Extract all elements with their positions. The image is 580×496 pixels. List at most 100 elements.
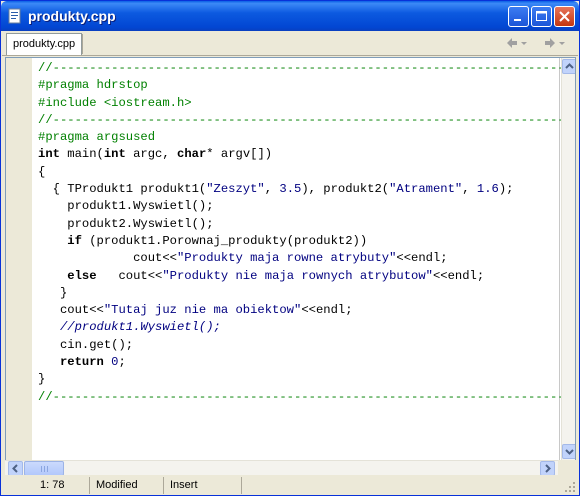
tab-divider <box>82 34 83 54</box>
chevron-down-icon[interactable] <box>558 37 566 49</box>
code-token: "Zeszyt" <box>206 182 265 197</box>
code-token: * argv[]) <box>206 147 273 162</box>
code-token: 1.6 <box>476 182 499 197</box>
chevron-left-icon <box>12 464 18 473</box>
code-line[interactable]: //--------------------------------------… <box>38 389 576 406</box>
code-token: <<endl; <box>301 303 353 318</box>
code-token: //--------------------------------------… <box>38 389 576 404</box>
code-token: <<endl; <box>396 251 448 266</box>
code-token: argc, <box>125 147 177 162</box>
code-line[interactable]: //produkt1.Wyswietl(); <box>38 319 575 336</box>
chevron-down-icon <box>565 449 574 455</box>
code-token: produkt1.Wyswietl(); <box>38 199 214 214</box>
editor-window: produkty.cpp produkty.cpp //------------… <box>0 0 580 496</box>
maximize-icon <box>536 11 547 21</box>
code-token: (produkt1.Porownaj_produkty(produkt2)) <box>81 233 368 248</box>
cursor-position: 1: 78 <box>4 477 90 494</box>
code-token: "Atrament" <box>389 182 463 197</box>
code-token: if <box>67 233 82 248</box>
code-token: , <box>264 182 280 197</box>
code-token: int <box>103 147 126 162</box>
code-line[interactable]: else cout<<"Produkty nie maja rownych at… <box>38 268 575 285</box>
code-line[interactable]: int main(int argc, char* argv[]) <box>38 146 575 163</box>
code-token: <<endl; <box>432 268 485 283</box>
minimize-button[interactable] <box>508 6 529 27</box>
code-token: 0 <box>111 355 119 370</box>
code-line[interactable]: #pragma hdrstop <box>38 77 575 94</box>
modified-indicator: Modified <box>92 477 164 494</box>
cpp-file-icon[interactable] <box>7 8 23 24</box>
scrollbar-corner <box>558 460 576 475</box>
code-line[interactable]: produkt2.Wyswietl(); <box>38 216 575 233</box>
title-bar[interactable]: produkty.cpp <box>1 1 579 31</box>
code-line[interactable]: #include <iostream.h> <box>38 95 575 112</box>
code-token: } <box>38 285 68 300</box>
code-token: produkt2.Wyswietl(); <box>38 216 214 231</box>
tab-strip: produkty.cpp <box>2 31 578 56</box>
status-bar: 1: 78 Modified Insert <box>2 475 578 495</box>
code-line[interactable]: { <box>38 164 575 181</box>
code-token: , <box>462 182 477 197</box>
code-token: } <box>38 372 46 387</box>
close-button[interactable] <box>554 6 575 27</box>
code-text[interactable]: //--------------------------------------… <box>38 60 576 406</box>
resize-grip-icon[interactable] <box>564 481 576 493</box>
insert-mode-indicator[interactable]: Insert <box>166 477 242 494</box>
code-token: cout<< <box>38 251 177 266</box>
code-token: ), produkt2( <box>301 182 390 197</box>
horizontal-scroll-thumb[interactable] <box>24 461 64 476</box>
code-token: "Produkty nie maja rownych atrybutow" <box>162 268 433 283</box>
tab-produkty-cpp[interactable]: produkty.cpp <box>6 33 83 55</box>
code-token: ); <box>498 182 514 197</box>
code-line[interactable]: } <box>38 371 575 388</box>
window-title: produkty.cpp <box>28 8 116 24</box>
code-token: //--------------------------------------… <box>38 61 576 75</box>
editor-gutter[interactable] <box>6 58 32 460</box>
scroll-down-button[interactable] <box>562 444 575 459</box>
code-line[interactable]: cin.get(); <box>38 337 575 354</box>
code-line[interactable]: cout<<"Tutaj juz nie ma obiektow"<<endl; <box>38 302 575 319</box>
code-line[interactable]: { TProdukt1 produkt1("Zeszyt", 3.5), pro… <box>38 181 575 198</box>
arrow-left-icon[interactable] <box>506 37 518 49</box>
code-token: ; <box>118 355 126 370</box>
code-token: char <box>177 147 207 162</box>
code-token: cout<< <box>38 303 104 318</box>
code-token: #include <iostream.h> <box>38 95 192 110</box>
scroll-right-button[interactable] <box>540 461 555 476</box>
status-message <box>244 477 578 494</box>
minimize-icon <box>514 19 521 21</box>
code-token: //--------------------------------------… <box>38 112 576 127</box>
code-line[interactable]: } <box>38 285 575 302</box>
chevron-down-icon[interactable] <box>520 37 528 49</box>
horizontal-scrollbar[interactable] <box>5 460 558 476</box>
code-line[interactable]: produkt1.Wyswietl(); <box>38 198 575 215</box>
code-token: 3.5 <box>279 182 302 197</box>
code-token: cin.get(); <box>38 337 134 352</box>
code-token: //produkt1.Wyswietl(); <box>59 320 221 335</box>
code-line[interactable]: return 0; <box>38 354 575 371</box>
code-editor[interactable]: //--------------------------------------… <box>5 57 576 461</box>
code-token: #pragma hdrstop <box>38 78 148 93</box>
arrow-right-icon[interactable] <box>544 37 556 49</box>
scroll-left-button[interactable] <box>8 461 23 476</box>
code-token: cout<< <box>96 268 163 283</box>
code-token: { TProdukt1 produkt1( <box>38 182 207 197</box>
vertical-scrollbar[interactable] <box>561 58 575 460</box>
code-line[interactable]: //--------------------------------------… <box>38 112 576 129</box>
code-line[interactable]: //--------------------------------------… <box>38 60 576 77</box>
scroll-up-button[interactable] <box>562 59 575 74</box>
maximize-button[interactable] <box>531 6 552 27</box>
chevron-right-icon <box>545 464 551 473</box>
code-token: int <box>38 147 60 162</box>
code-token: "Tutaj juz nie ma obiektow" <box>103 303 302 318</box>
code-token: else <box>67 268 97 283</box>
code-line[interactable]: #pragma argsused <box>38 129 575 146</box>
code-token: { <box>38 164 46 179</box>
code-token: #pragma argsused <box>38 130 156 145</box>
chevron-up-icon <box>565 63 574 69</box>
code-line[interactable]: if (produkt1.Porownaj_produkty(produkt2)… <box>38 233 575 250</box>
code-token: main( <box>59 147 104 162</box>
code-line[interactable]: cout<<"Produkty maja rowne atrybuty"<<en… <box>38 250 575 267</box>
